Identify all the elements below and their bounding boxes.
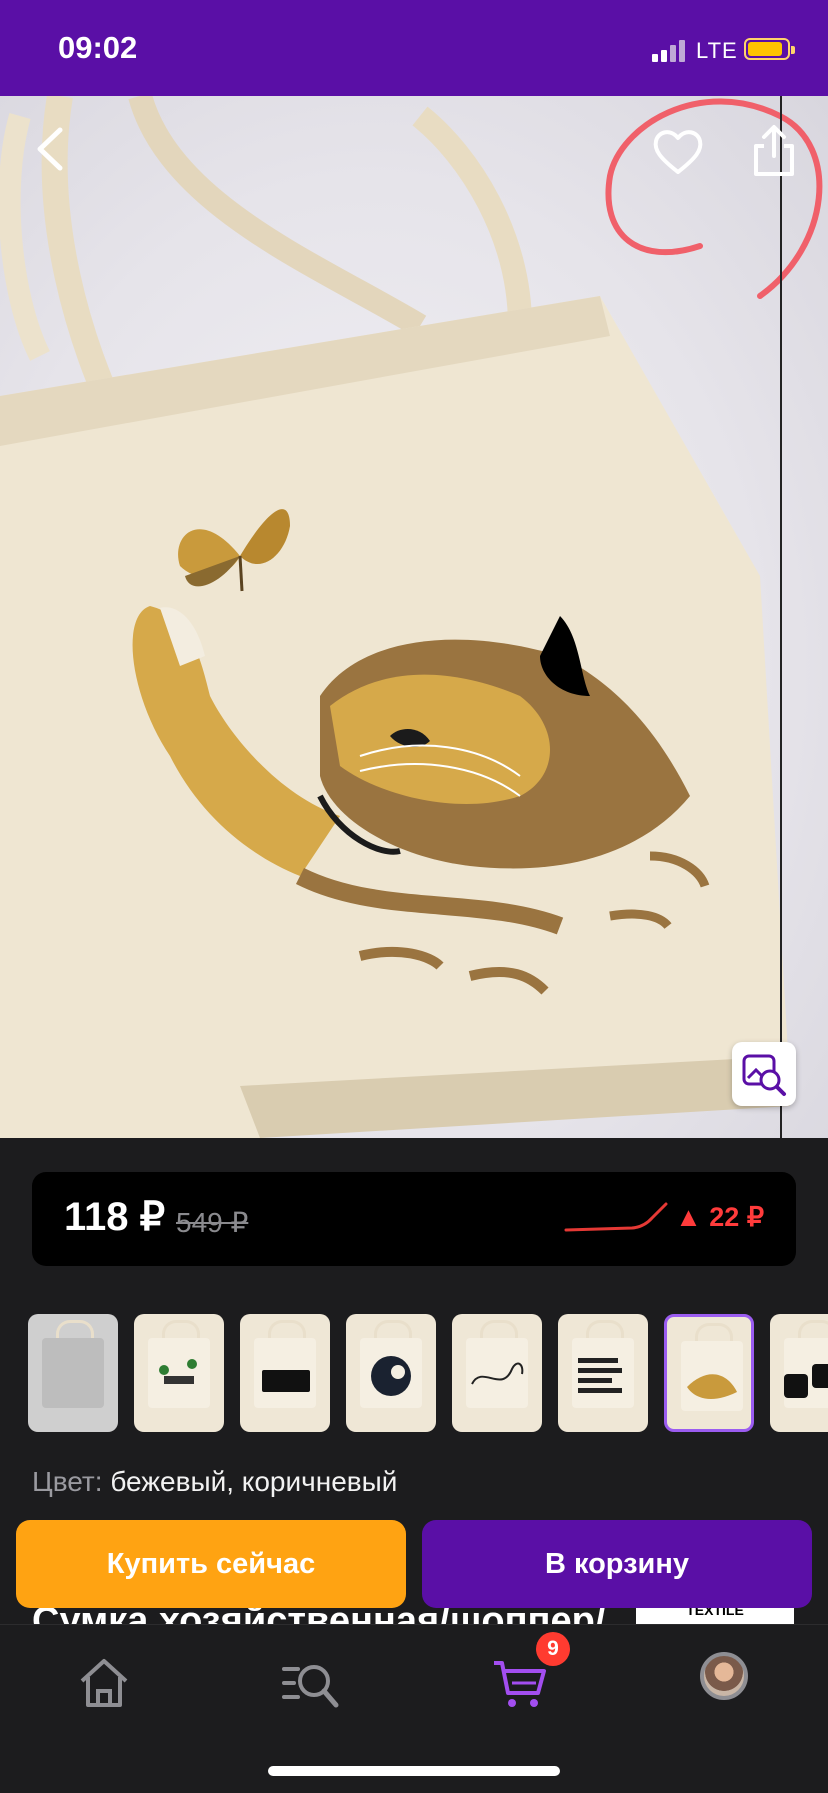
thumbnail-6[interactable] (558, 1314, 648, 1432)
thumbnail-3-plate (262, 1370, 310, 1392)
yin-yang-icon (371, 1356, 411, 1396)
color-value: бежевый, коричневый (110, 1466, 398, 1497)
price-card[interactable]: 118 ₽ 549 ₽ ▲ 22 ₽ (32, 1172, 796, 1266)
image-search-button[interactable] (732, 1042, 796, 1106)
network-label: LTE (696, 38, 738, 63)
share-button[interactable] (752, 124, 796, 178)
price-section: 118 ₽ 549 ₽ ▲ 22 ₽ (0, 1138, 828, 1284)
add-to-cart-button[interactable]: В корзину (422, 1520, 812, 1608)
avatar[interactable] (700, 1652, 748, 1700)
tab-catalog[interactable] (280, 1653, 340, 1713)
status-time: 09:02 (58, 30, 138, 65)
floral-print-icon (471, 1362, 524, 1385)
home-indicator (268, 1766, 560, 1776)
status-bar: 09:02 LTE (0, 0, 828, 96)
product-image[interactable] (0, 96, 828, 1138)
image-divider (780, 96, 782, 1138)
current-price: 118 ₽ (64, 1195, 166, 1239)
battery-icon (744, 38, 795, 60)
share-icon (754, 125, 794, 176)
dice-icon (784, 1364, 828, 1398)
signal-icon (652, 38, 688, 62)
thumbnail-3[interactable] (240, 1314, 330, 1432)
thumbnail-strip[interactable] (0, 1314, 828, 1434)
thumbnail-6-print (578, 1358, 622, 1393)
buy-now-button[interactable]: Купить сейчас (16, 1520, 406, 1608)
chevron-left-icon (37, 127, 63, 171)
color-row: Цвет: бежевый, коричневый (32, 1466, 397, 1498)
tab-cart[interactable] (490, 1653, 550, 1713)
heart-icon (653, 130, 703, 174)
cart-icon (494, 1661, 546, 1707)
thumbnail-5[interactable] (452, 1314, 542, 1432)
cart-count-badge: 9 (536, 1632, 570, 1666)
image-search-icon (742, 1054, 786, 1096)
price-trend-sparkline (564, 1202, 668, 1232)
back-button[interactable] (30, 124, 70, 174)
thumbnail-2[interactable] (134, 1314, 224, 1432)
thumbnail-8[interactable] (770, 1314, 828, 1432)
tote-bag-illustration (0, 96, 823, 1138)
color-label: Цвет: (32, 1466, 103, 1497)
tab-home[interactable] (74, 1653, 134, 1713)
thumbnail-2-print (159, 1359, 197, 1384)
old-price: 549 ₽ (176, 1207, 249, 1238)
home-icon (80, 1659, 128, 1707)
price-change: ▲ 22 ₽ (675, 1202, 764, 1232)
thumbnail-4[interactable] (346, 1314, 436, 1432)
catalog-search-icon (282, 1665, 339, 1708)
thumbnail-7-selected[interactable] (664, 1314, 754, 1432)
favorite-button[interactable] (652, 128, 704, 176)
thumbnail-7-print (687, 1374, 737, 1399)
thumbnail-1[interactable] (28, 1314, 118, 1432)
